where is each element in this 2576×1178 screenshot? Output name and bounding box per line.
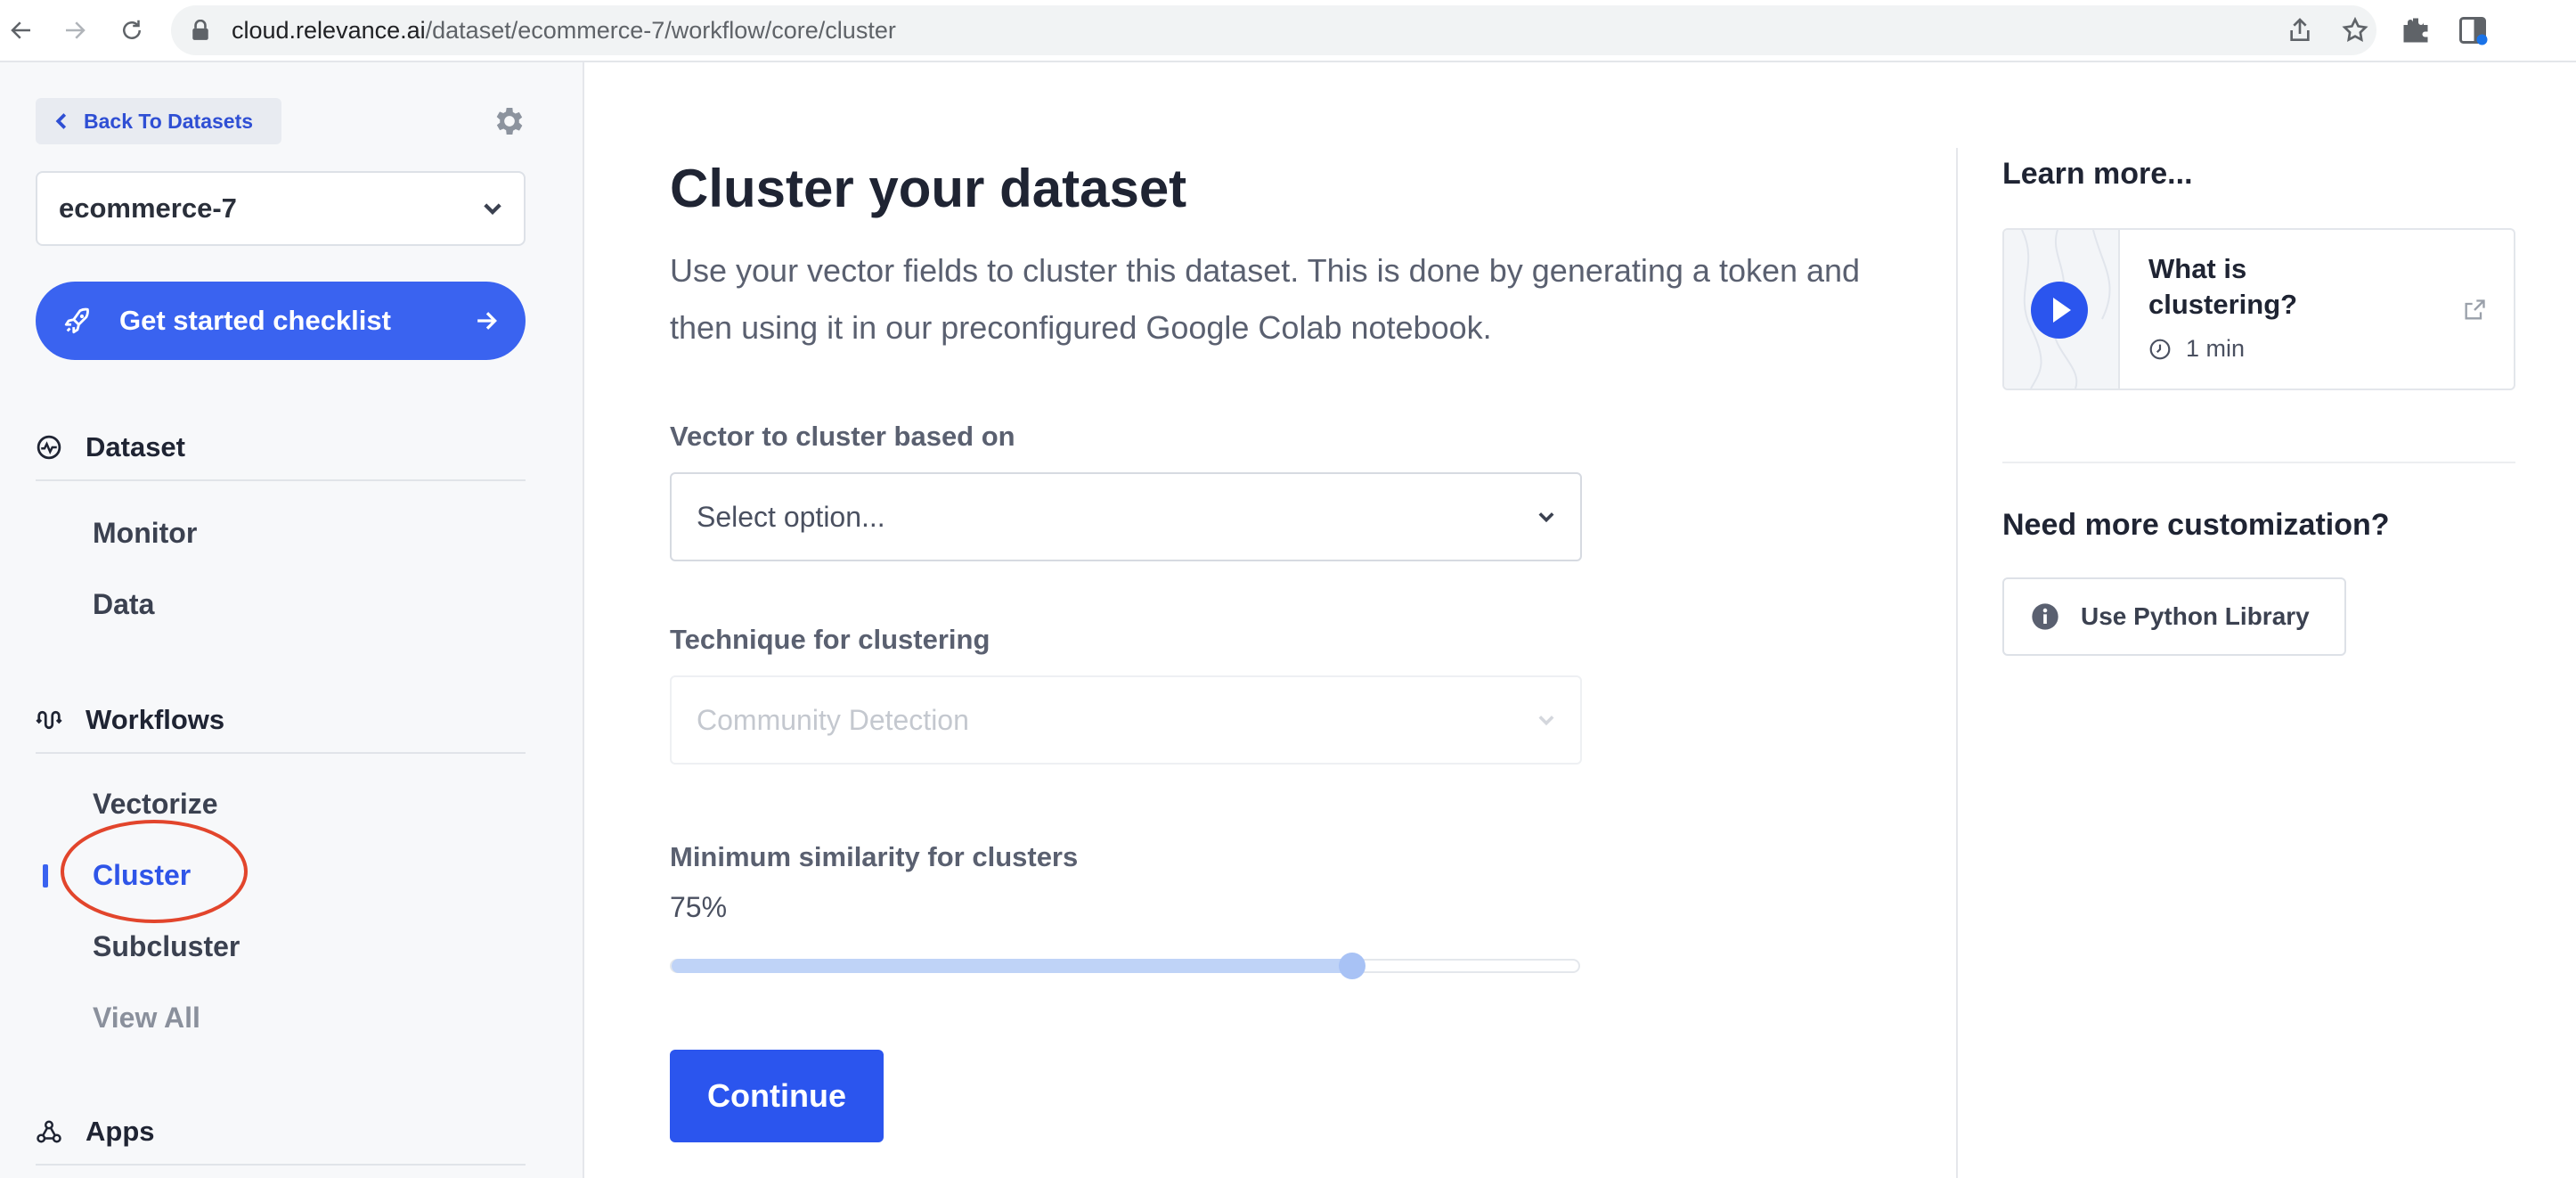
page-title: Cluster your dataset — [670, 159, 1187, 218]
right-separator — [2002, 462, 2515, 463]
back-arrow-icon[interactable] — [4, 12, 39, 48]
sidebar-item-monitor[interactable]: Monitor — [93, 515, 197, 551]
sidebar-item-data[interactable]: Data — [93, 586, 154, 622]
panel-divider — [1956, 148, 1958, 1178]
video-duration-text: 1 min — [2186, 335, 2246, 362]
use-python-library-button[interactable]: Use Python Library — [2002, 577, 2346, 656]
lock-icon — [192, 20, 208, 40]
checklist-label: Get started checklist — [119, 305, 391, 336]
slider-fill — [672, 959, 1352, 973]
url-text: cloud.relevance.ai/dataset/ecommerce-7/w… — [232, 18, 896, 43]
sidebar-item-view-all[interactable]: View All — [93, 1000, 200, 1035]
apps-nodes-icon — [37, 1120, 61, 1143]
dataset-name: ecommerce-7 — [59, 192, 237, 224]
pulse-circle-icon — [37, 435, 61, 460]
video-title: What is clustering? — [2148, 253, 2298, 320]
section-apps-label: Apps — [86, 1116, 155, 1147]
python-button-label: Use Python Library — [2081, 602, 2310, 630]
section-dataset: Dataset — [36, 415, 526, 481]
play-icon[interactable] — [2031, 282, 2088, 339]
url-path: /dataset/ecommerce-7/workflow/core/clust… — [425, 17, 896, 44]
url-host: cloud.relevance.ai — [232, 17, 426, 44]
similarity-value: 75% — [670, 891, 728, 923]
chevron-left-icon — [55, 113, 67, 129]
technique-select: Community Detection — [670, 675, 1582, 765]
chevron-down-icon — [1538, 512, 1554, 522]
info-icon — [2032, 603, 2058, 630]
profile-sidepanel-icon[interactable] — [2457, 14, 2489, 46]
vector-field-label: Vector to cluster based on — [670, 421, 1015, 452]
star-icon[interactable] — [2341, 16, 2369, 45]
section-workflows: Workflows — [36, 688, 526, 754]
technique-select-value: Community Detection — [697, 703, 969, 736]
external-link-icon[interactable] — [2462, 298, 2487, 323]
sidebar-item-subcluster[interactable]: Subcluster — [93, 928, 240, 964]
back-to-datasets-button[interactable]: Back To Datasets — [36, 98, 281, 144]
chevron-down-icon — [484, 203, 501, 215]
forward-arrow-icon[interactable] — [57, 12, 93, 48]
dataset-selector[interactable]: ecommerce-7 — [36, 171, 526, 246]
continue-button[interactable]: Continue — [670, 1050, 884, 1142]
section-apps: Apps — [36, 1100, 526, 1166]
video-card[interactable]: What is clustering? 1 min — [2002, 228, 2515, 390]
video-thumbnail — [2004, 230, 2120, 389]
similarity-field-label: Minimum similarity for clusters — [670, 841, 1079, 872]
share-icon[interactable] — [2286, 16, 2314, 45]
sidebar-item-vectorize[interactable]: Vectorize — [93, 786, 218, 822]
gear-icon[interactable] — [492, 103, 527, 139]
learn-more-title: Learn more... — [2002, 157, 2193, 191]
section-workflows-label: Workflows — [86, 704, 225, 735]
rocket-icon — [64, 307, 89, 334]
vector-select[interactable]: Select option... — [670, 472, 1582, 561]
back-to-datasets-label: Back To Datasets — [84, 109, 254, 133]
clock-icon — [2149, 339, 2171, 359]
technique-field-label: Technique for clustering — [670, 624, 990, 655]
vector-select-placeholder: Select option... — [697, 500, 885, 533]
video-duration: 1 min — [2148, 335, 2245, 363]
sidebar-item-cluster[interactable]: Cluster — [93, 857, 191, 893]
arrow-right-icon — [477, 312, 497, 330]
workflow-icon — [36, 710, 62, 730]
get-started-checklist-button[interactable]: Get started checklist — [36, 282, 526, 360]
chevron-down-icon — [1538, 716, 1554, 725]
sidebar: Back To Datasets ecommerce-7 Get started… — [0, 62, 584, 1178]
slider-thumb[interactable] — [1338, 953, 1365, 979]
similarity-slider[interactable] — [670, 953, 1580, 979]
section-dataset-label: Dataset — [86, 431, 185, 462]
page-description: Use your vector fields to cluster this d… — [670, 252, 1861, 346]
address-bar[interactable]: cloud.relevance.ai/dataset/ecommerce-7/w… — [171, 5, 2376, 55]
customization-title: Need more customization? — [2002, 508, 2390, 542]
reload-icon[interactable] — [114, 12, 150, 48]
active-indicator — [43, 864, 48, 888]
browser-toolbar: cloud.relevance.ai/dataset/ecommerce-7/w… — [0, 0, 2576, 62]
extensions-puzzle-icon[interactable] — [2400, 14, 2432, 46]
